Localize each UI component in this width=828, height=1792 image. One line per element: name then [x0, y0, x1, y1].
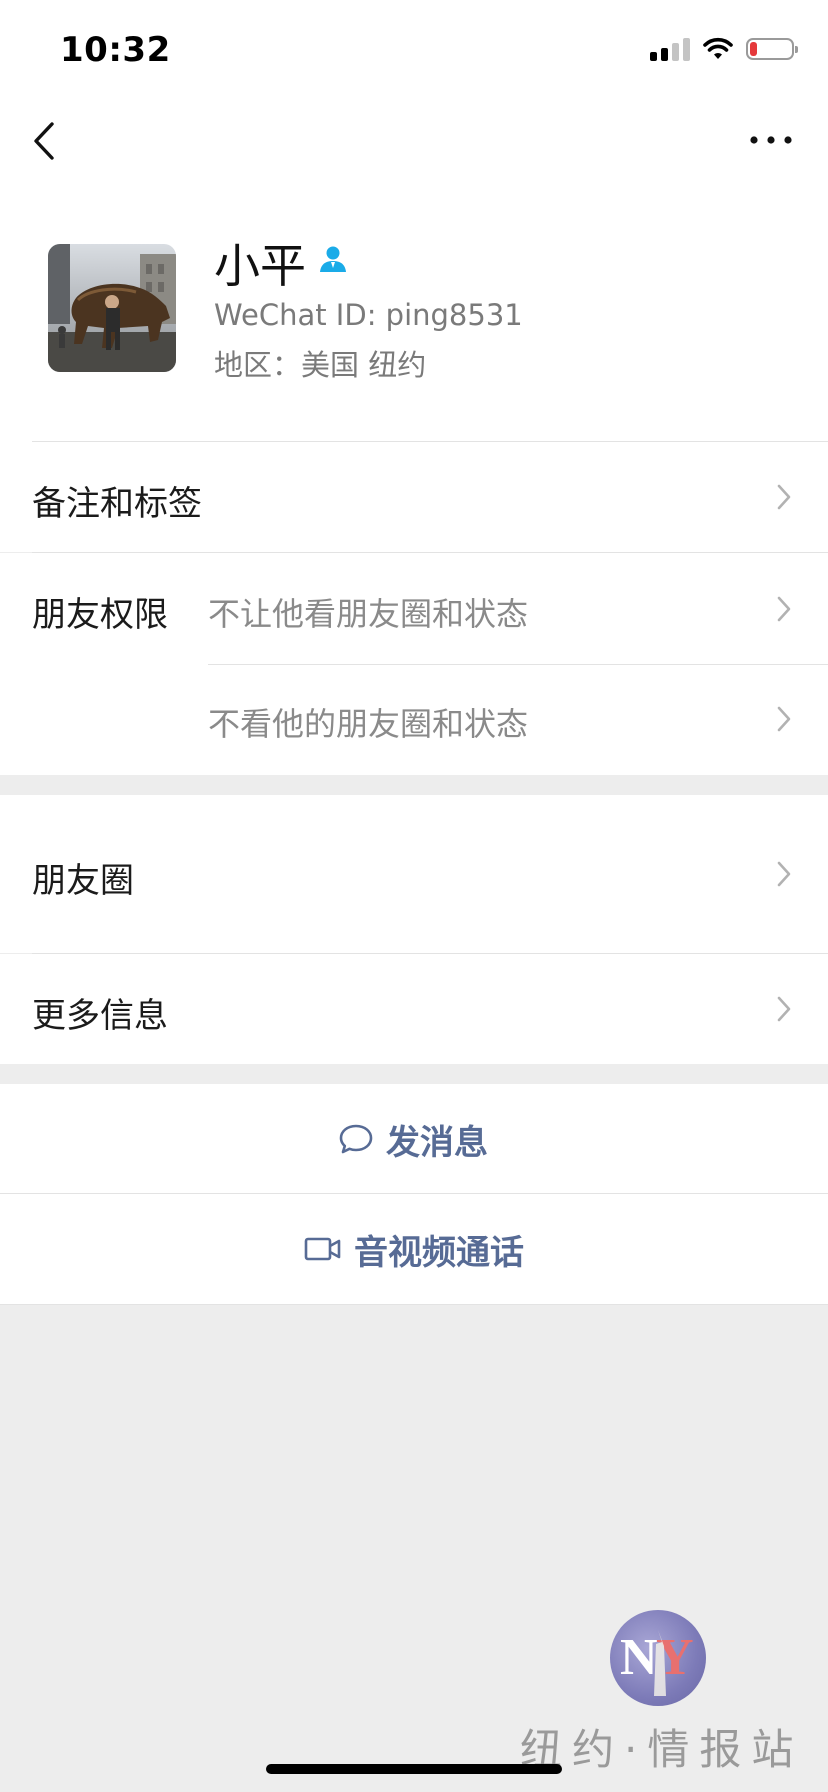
more-horizontal-icon[interactable]	[748, 130, 794, 150]
status-time: 10:32	[60, 30, 171, 70]
permission-hide-moments-row[interactable]: 不让他看朋友圈和状态	[0, 553, 828, 664]
contact-profile-screen: 10:32 小平 WeChat ID: ping8531 地区：美国 纽约 备注…	[0, 0, 828, 1792]
chevron-right-icon	[777, 484, 791, 510]
permission-option-1: 不让他看朋友圈和状态	[208, 595, 529, 633]
region: 地区：美国 纽约	[214, 348, 427, 382]
send-message-label: 发消息	[386, 1122, 488, 1163]
battery-icon	[746, 38, 798, 60]
watermark-logo: N Y	[610, 1610, 706, 1706]
remarks-tags-row[interactable]: 备注和标签	[0, 442, 828, 552]
section-gap	[0, 1064, 828, 1084]
video-camera-icon	[304, 1237, 341, 1261]
permission-option-2: 不看他的朋友圈和状态	[208, 705, 529, 743]
watermark-text: 纽约·情报站	[520, 1725, 804, 1774]
moments-label: 朋友圈	[32, 861, 134, 901]
chat-bubble-icon	[339, 1124, 373, 1154]
moments-row[interactable]: 朋友圈	[0, 795, 828, 953]
video-call-button[interactable]: 音视频通话	[0, 1194, 828, 1304]
chevron-right-icon	[777, 706, 791, 732]
section-gap	[0, 775, 828, 795]
profile-header: 小平 WeChat ID: ping8531 地区：美国 纽约	[0, 186, 828, 442]
cellular-signal-icon	[650, 37, 690, 61]
more-info-label: 更多信息	[32, 996, 168, 1036]
battery-level	[750, 42, 757, 56]
send-message-button[interactable]: 发消息	[0, 1084, 828, 1194]
status-bar: 10:32	[0, 0, 828, 96]
chevron-right-icon	[777, 996, 791, 1022]
friend-permissions-section: 朋友权限 不让他看朋友圈和状态 不看他的朋友圈和状态	[0, 553, 828, 775]
wifi-icon	[703, 37, 733, 59]
status-icons	[650, 36, 798, 62]
video-call-label: 音视频通话	[354, 1232, 524, 1273]
divider	[0, 1304, 828, 1305]
chevron-left-icon[interactable]	[30, 116, 70, 166]
home-indicator[interactable]	[266, 1764, 562, 1774]
profile-name: 小平	[214, 239, 306, 293]
more-info-row[interactable]: 更多信息	[0, 954, 828, 1064]
svg-text:N: N	[620, 1629, 658, 1686]
wechat-id: WeChat ID: ping8531	[214, 298, 523, 332]
chevron-right-icon	[777, 596, 791, 622]
remarks-tags-label: 备注和标签	[32, 484, 202, 524]
nav-bar	[0, 96, 828, 186]
chevron-right-icon	[777, 861, 791, 887]
user-badge-icon	[320, 246, 346, 272]
avatar[interactable]	[48, 244, 176, 372]
permission-block-moments-row[interactable]: 不看他的朋友圈和状态	[0, 665, 828, 775]
